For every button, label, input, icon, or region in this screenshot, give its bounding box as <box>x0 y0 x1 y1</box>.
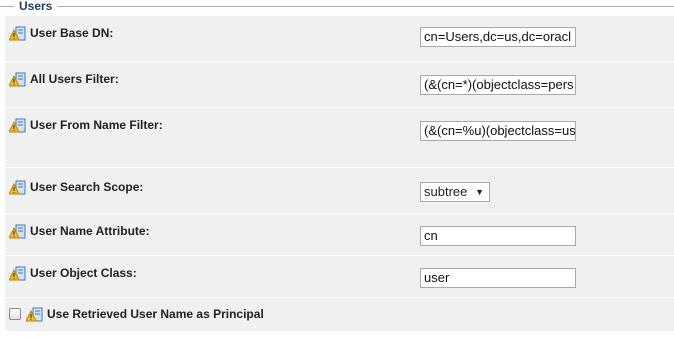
server-config-icon <box>9 224 26 239</box>
user-base-dn-input[interactable]: cn=Users,dc=us,dc=oracl <box>420 27 576 47</box>
row-user-base-dn: User Base DN: cn=Users,dc=us,dc=oracl <box>5 16 674 62</box>
row-user-object-class: User Object Class: user <box>5 256 674 298</box>
server-config-icon <box>9 180 26 195</box>
user-name-attribute-input[interactable]: cn <box>420 226 576 246</box>
server-config-icon <box>26 307 43 322</box>
user-search-scope-value: subtree <box>424 184 468 199</box>
row-user-name-attribute: User Name Attribute: cn <box>5 214 674 256</box>
all-users-filter-label: All Users Filter: <box>30 72 119 86</box>
user-base-dn-label: User Base DN: <box>30 26 114 40</box>
use-retrieved-user-name-label: Use Retrieved User Name as Principal <box>47 307 264 321</box>
user-name-attribute-label: User Name Attribute: <box>30 224 150 238</box>
server-config-icon <box>9 266 26 281</box>
use-retrieved-user-name-checkbox[interactable] <box>9 308 21 320</box>
user-from-name-filter-label: User From Name Filter: <box>30 118 163 132</box>
dropdown-arrow-icon: ▼ <box>475 187 484 197</box>
server-config-icon <box>9 118 26 133</box>
row-user-search-scope: User Search Scope: subtree ▼ <box>5 168 674 214</box>
user-object-class-input[interactable]: user <box>420 268 576 288</box>
server-config-icon <box>9 26 26 41</box>
row-use-retrieved-user-name: Use Retrieved User Name as Principal <box>5 298 674 332</box>
section-legend: Users <box>14 0 58 13</box>
server-config-icon <box>9 72 26 87</box>
user-search-scope-select[interactable]: subtree ▼ <box>420 182 490 202</box>
user-search-scope-label: User Search Scope: <box>30 180 144 194</box>
users-fieldset-border <box>0 6 674 7</box>
user-object-class-label: User Object Class: <box>30 266 137 280</box>
all-users-filter-input[interactable]: (&(cn=*)(objectclass=pers <box>420 75 576 95</box>
user-from-name-filter-input[interactable]: (&(cn=%u)(objectclass=us <box>420 121 576 141</box>
row-all-users-filter: All Users Filter: (&(cn=*)(objectclass=p… <box>5 62 674 108</box>
row-user-from-name-filter: User From Name Filter: (&(cn=%u)(objectc… <box>5 108 674 168</box>
users-settings-list: User Base DN: cn=Users,dc=us,dc=oracl Al… <box>5 16 674 332</box>
